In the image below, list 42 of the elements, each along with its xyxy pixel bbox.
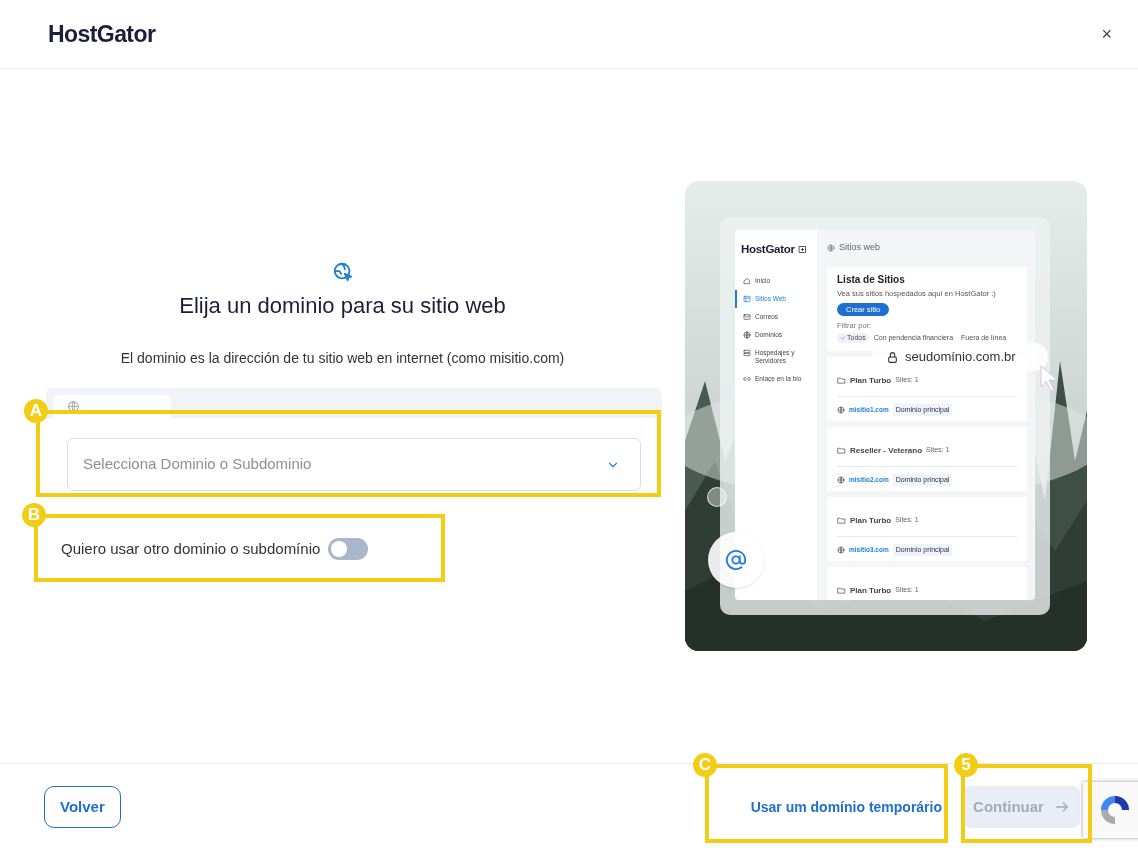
home-icon <box>743 277 751 286</box>
server-icon <box>743 349 751 358</box>
expand-icon <box>797 245 807 255</box>
mockup-list-title: Lista de Sitios <box>837 273 905 286</box>
mockup-page-title: Sitios web <box>839 241 881 254</box>
globe-cursor-icon <box>331 261 354 283</box>
url-pill: seudomínio.com.br <box>872 343 1048 371</box>
folder-icon <box>837 586 846 595</box>
check-icon <box>840 334 846 341</box>
globe-icon <box>67 400 80 413</box>
mockup-logo: HostGator <box>741 242 795 257</box>
folder-icon <box>837 516 846 525</box>
annotation-badge: B <box>22 503 46 527</box>
layout-icon <box>743 295 751 304</box>
toggle-label: Quiero usar otro dominio o subdomínio <box>61 539 321 559</box>
annotation-badge: C <box>693 753 717 777</box>
close-button[interactable]: × <box>1101 25 1112 43</box>
temporary-domain-link[interactable]: Usar um domínio temporário <box>750 796 942 818</box>
back-button[interactable]: Volver <box>44 786 121 828</box>
cursor-icon <box>1039 364 1059 392</box>
toggle-switch[interactable] <box>328 538 369 561</box>
mail-icon <box>743 313 751 322</box>
plan-name: Plan Turbo <box>850 584 892 597</box>
at-sign-icon <box>725 549 747 571</box>
folder-icon <box>837 376 846 385</box>
plan-name: Reseller - Veterano <box>850 444 923 457</box>
plan-name: Plan Turbo <box>850 514 892 527</box>
logo: HostGator <box>48 19 156 49</box>
page-subtitle: El dominio es la dirección de tu sitio web en internet (como misitio.com) <box>120 349 565 368</box>
folder-icon <box>837 446 846 455</box>
globe-icon <box>827 243 835 252</box>
plan-name: Plan Turbo <box>850 374 892 387</box>
globe-icon <box>837 475 845 484</box>
link-icon <box>743 375 751 384</box>
globe-icon <box>837 405 845 414</box>
globe-icon <box>743 331 751 340</box>
annotation-badge: 5 <box>954 753 978 777</box>
arrow-right-icon <box>1053 799 1070 815</box>
lock-icon <box>886 350 899 364</box>
annotation-badge: A <box>24 399 48 423</box>
page-title: Elija un dominio para su sitio web <box>179 292 506 320</box>
globe-icon <box>837 545 845 554</box>
